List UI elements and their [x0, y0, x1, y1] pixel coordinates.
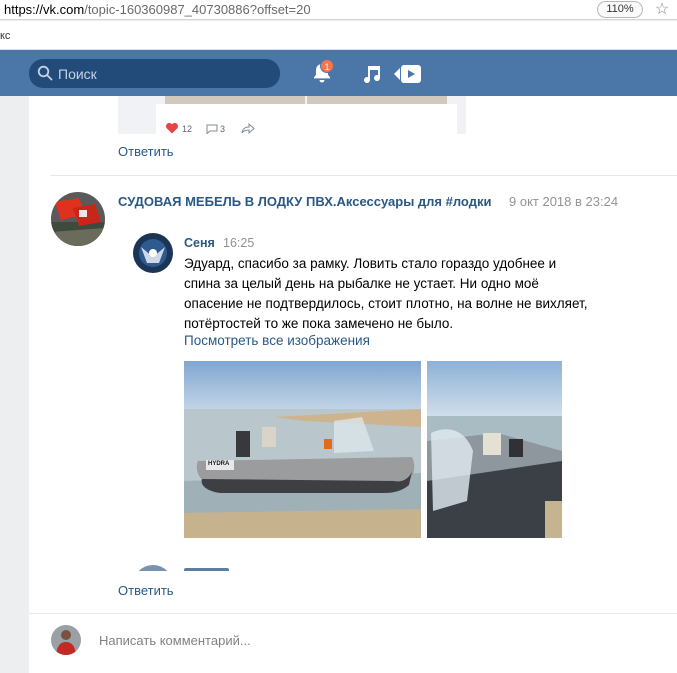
comment-author-avatar-image [133, 233, 173, 273]
previous-post-footer [156, 104, 457, 134]
divider [50, 175, 677, 176]
likes-count: 12 [182, 124, 193, 134]
search-input[interactable] [58, 59, 273, 88]
boat-photo-image [427, 361, 562, 538]
comment-author-avatar[interactable] [133, 233, 173, 273]
comment-icon[interactable] [206, 124, 218, 134]
topic-date[interactable]: 9 окт 2018 в 23:24 [509, 194, 618, 209]
comments-count: 3 [220, 124, 226, 134]
page-left-margin [0, 96, 29, 673]
group-avatar-image [51, 192, 105, 246]
browser-address-bar[interactable]: https://vk.com/topic-160360987_40730886?… [0, 0, 677, 20]
next-comment-preview [133, 563, 633, 571]
video-play-icon[interactable] [392, 62, 424, 86]
reply-link[interactable]: Ответить [118, 144, 174, 159]
comment-time[interactable]: 16:25 [223, 236, 254, 250]
next-comment-avatar[interactable] [133, 565, 173, 571]
boat-photo-image [184, 361, 421, 538]
vk-top-header: 1 [0, 50, 677, 96]
previous-post-image[interactable] [165, 96, 305, 104]
heart-icon[interactable] [165, 122, 179, 134]
reply-link[interactable]: Ответить [118, 583, 174, 598]
url-text[interactable]: https://vk.com/topic-160360987_40730886?… [4, 2, 311, 17]
group-avatar[interactable] [51, 192, 105, 246]
comment-text: Эдуард, спасибо за рамку. Ловить стало г… [184, 256, 588, 331]
bookmark-item[interactable]: кс [0, 30, 10, 42]
boat-brand-label: HYDRA [208, 461, 230, 467]
write-comment-input[interactable] [99, 626, 659, 654]
divider [29, 613, 677, 614]
see-all-images-link[interactable]: Посмотреть все изображения [184, 333, 370, 348]
comment-photo[interactable]: HYDRA [184, 361, 421, 538]
bookmarks-bar: кс [0, 21, 677, 50]
next-comment-author[interactable] [184, 568, 229, 571]
current-user-avatar-image [51, 625, 81, 655]
search-icon [37, 65, 53, 81]
previous-post-image[interactable] [307, 96, 447, 104]
notifications-button[interactable]: 1 [306, 57, 338, 89]
share-icon[interactable] [241, 123, 255, 134]
zoom-level-badge[interactable]: 110% [597, 1, 643, 18]
url-host: https://vk.com [4, 2, 85, 17]
bookmark-star-icon[interactable]: ☆ [653, 1, 671, 19]
music-icon[interactable] [360, 63, 382, 85]
current-user-avatar[interactable] [51, 625, 81, 655]
url-path: /topic-160360987_40730886?offset=20 [84, 2, 311, 17]
search-box[interactable] [29, 59, 280, 88]
comment-author-name[interactable]: Сеня [184, 236, 215, 250]
notification-count-badge: 1 [320, 59, 334, 73]
topic-title-link[interactable]: СУДОВАЯ МЕБЕЛЬ В ЛОДКУ ПВХ.Аксессуары дл… [118, 194, 491, 209]
comment-photo[interactable] [427, 361, 562, 538]
